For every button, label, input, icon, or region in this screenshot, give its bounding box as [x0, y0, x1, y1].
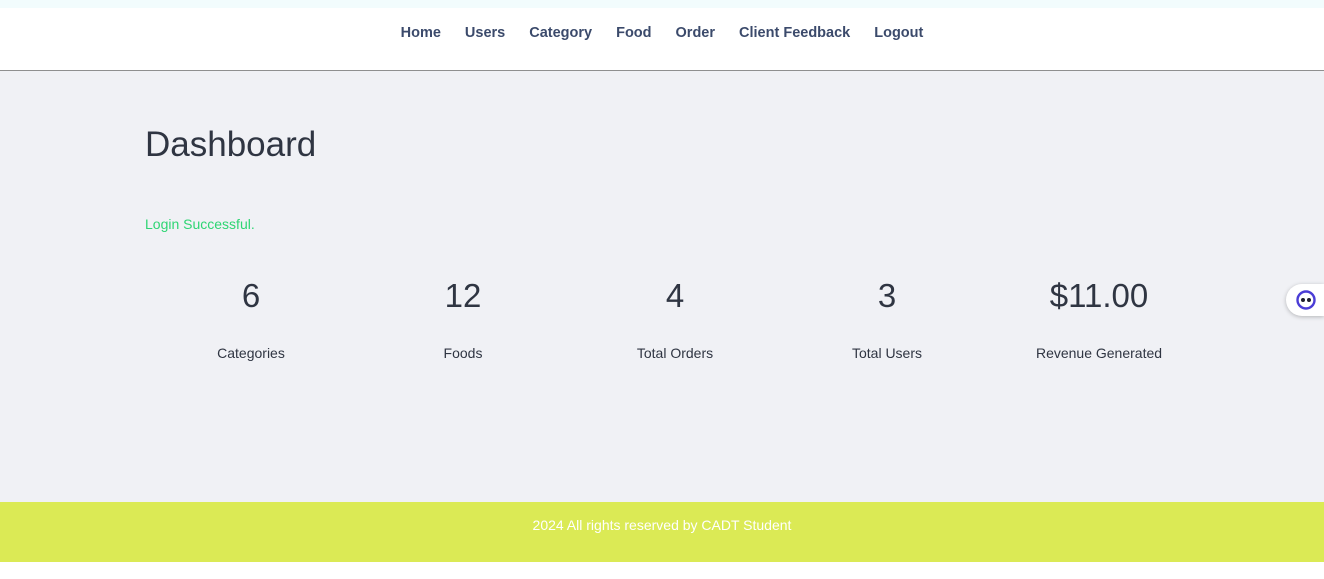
top-menu: Home Users Category Food Order Client Fe…: [0, 8, 1324, 71]
main-content: Dashboard Login Successful. 6 Categories…: [0, 71, 1324, 502]
nav-link-food[interactable]: Food: [616, 25, 651, 41]
stat-value: 12: [444, 277, 482, 314]
nav-item-users: Users: [465, 24, 505, 42]
stat-value: $11.00: [1049, 277, 1149, 314]
stat-label: Categories: [217, 345, 285, 361]
assistant-icon: [1296, 290, 1316, 310]
nav-item-home: Home: [401, 24, 441, 42]
nav-item-logout: Logout: [874, 24, 923, 42]
stat-value: 4: [665, 277, 685, 314]
stat-foods: 12 Foods: [357, 276, 569, 361]
stat-total-users: 3 Total Users: [781, 276, 993, 361]
stat-label: Revenue Generated: [1035, 345, 1163, 361]
top-strip: [0, 0, 1324, 8]
nav-item-order: Order: [676, 24, 716, 42]
nav-link-order[interactable]: Order: [676, 25, 716, 41]
stat-label: Foods: [443, 345, 483, 361]
nav-link-home[interactable]: Home: [401, 25, 441, 41]
stat-categories: 6 Categories: [145, 276, 357, 361]
success-message: Login Successful.: [145, 216, 255, 232]
stat-revenue-generated: $11.00 Revenue Generated: [993, 276, 1205, 361]
page-title: Dashboard: [145, 125, 317, 164]
assistant-widget-button[interactable]: [1286, 284, 1324, 316]
nav-list: Home Users Category Food Order Client Fe…: [389, 24, 936, 42]
nav-item-food: Food: [616, 24, 651, 42]
nav-link-category[interactable]: Category: [529, 25, 592, 41]
stat-label: Total Orders: [636, 345, 714, 361]
stat-value: 3: [877, 277, 897, 314]
nav-link-logout[interactable]: Logout: [874, 25, 923, 41]
nav-item-client-feedback: Client Feedback: [739, 24, 850, 42]
page-bottom: [0, 562, 1324, 579]
footer-text: 2024 All rights reserved by CADT Student: [532, 517, 792, 533]
stats-row: 6 Categories 12 Foods 4 Total Orders 3 T…: [145, 276, 1205, 376]
nav-item-category: Category: [529, 24, 592, 42]
footer: 2024 All rights reserved by CADT Student: [0, 502, 1324, 562]
stat-total-orders: 4 Total Orders: [569, 276, 781, 361]
nav-link-users[interactable]: Users: [465, 25, 505, 41]
nav-link-client-feedback[interactable]: Client Feedback: [739, 25, 850, 41]
stat-value: 6: [241, 277, 261, 314]
stat-label: Total Users: [851, 345, 923, 361]
